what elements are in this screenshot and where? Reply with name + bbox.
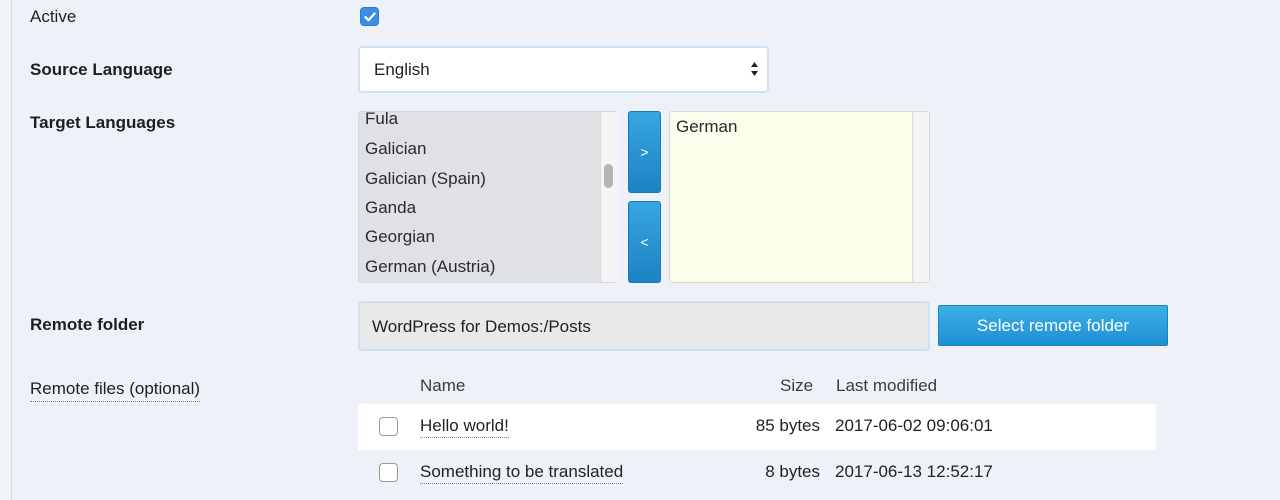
checkmark-icon: [363, 12, 376, 21]
available-languages-list[interactable]: Fula Galician Galician (Spain) Ganda Geo…: [358, 111, 618, 283]
file-checkbox[interactable]: [379, 463, 398, 482]
remote-folder-label: Remote folder: [30, 315, 145, 334]
column-header-name[interactable]: Name: [420, 376, 465, 396]
column-header-modified[interactable]: Last modified: [836, 376, 937, 396]
selected-languages-list[interactable]: German: [669, 111, 930, 283]
source-language-select[interactable]: English: [358, 46, 769, 93]
remote-files-label[interactable]: Remote files (optional): [30, 379, 201, 402]
active-checkbox[interactable]: [360, 7, 379, 26]
available-languages-scrollbar[interactable]: [600, 112, 618, 282]
add-language-button[interactable]: >: [628, 111, 661, 193]
list-item[interactable]: German: [676, 117, 737, 137]
list-item[interactable]: Georgian: [365, 227, 435, 247]
source-language-value: English: [374, 60, 430, 79]
file-checkbox[interactable]: [379, 417, 398, 436]
table-row: Something to be translated 8 bytes 2017-…: [358, 450, 1156, 496]
remove-language-button[interactable]: <: [628, 201, 661, 283]
source-language-label: Source Language: [30, 60, 173, 79]
remote-folder-field[interactable]: WordPress for Demos:/Posts: [358, 301, 930, 351]
selected-languages-scrollbar[interactable]: [912, 112, 929, 282]
list-item[interactable]: Galician (Spain): [365, 169, 486, 189]
file-modified: 2017-06-02 09:06:01: [835, 416, 993, 435]
list-item[interactable]: Ganda: [365, 198, 416, 218]
select-remote-folder-button[interactable]: Select remote folder: [938, 305, 1168, 346]
file-modified: 2017-06-13 12:52:17: [835, 462, 993, 481]
table-row: Hello world! 85 bytes 2017-06-02 09:06:0…: [358, 404, 1156, 450]
column-header-size[interactable]: Size: [780, 376, 813, 396]
list-item[interactable]: German (Austria): [365, 257, 495, 277]
list-item[interactable]: Galician: [365, 139, 426, 159]
active-label: Active: [30, 7, 77, 26]
list-item[interactable]: Fula: [365, 112, 398, 129]
target-languages-label: Target Languages: [30, 113, 176, 132]
file-name-link[interactable]: Something to be translated: [420, 462, 624, 484]
select-arrows-icon: [749, 60, 759, 78]
file-name-link[interactable]: Hello world!: [420, 416, 509, 438]
file-size: 85 bytes: [755, 416, 820, 435]
file-size: 8 bytes: [765, 462, 820, 481]
scrollbar-thumb[interactable]: [604, 164, 613, 188]
